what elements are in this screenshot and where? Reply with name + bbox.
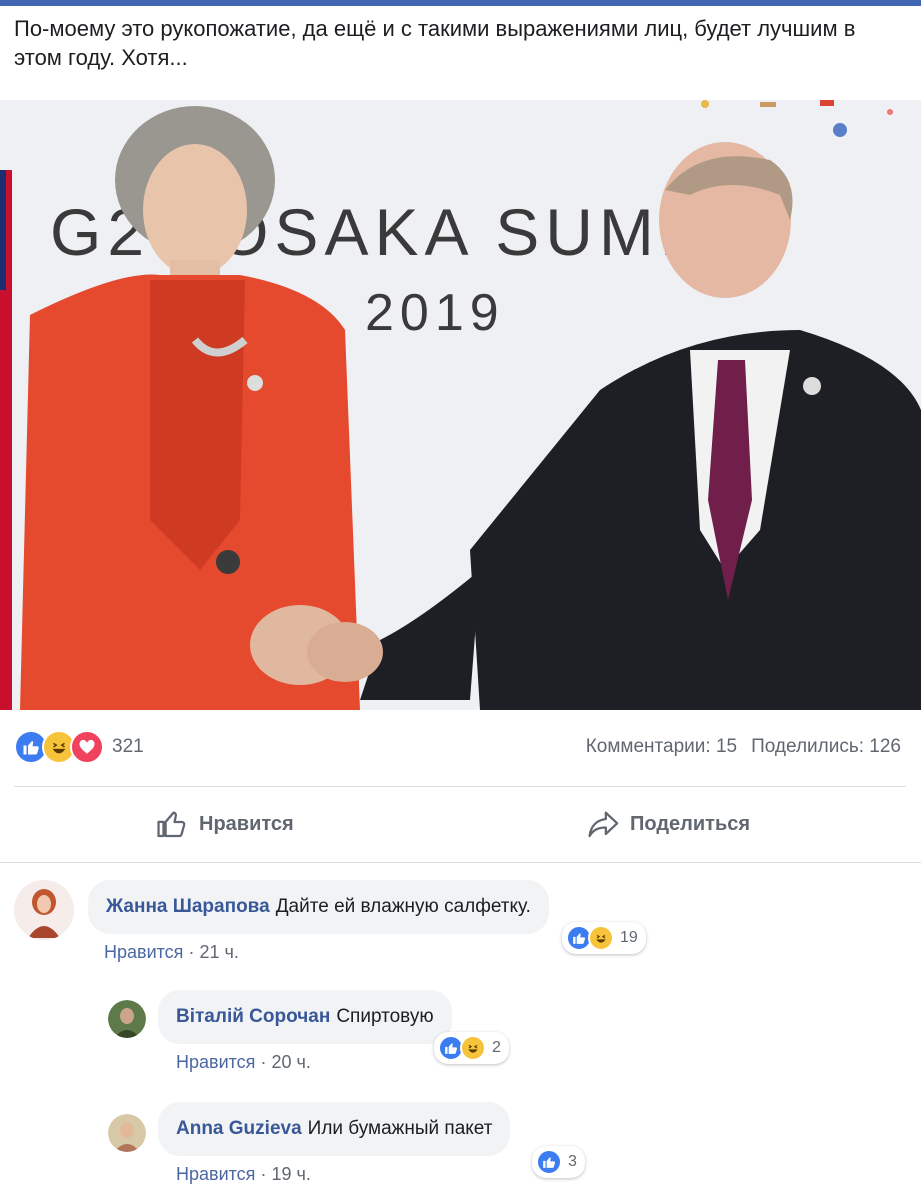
- photo-illustration: G20 OSAKA SUMMIT 2019: [0, 100, 921, 710]
- avatar[interactable]: [108, 1000, 146, 1038]
- share-button-label: Поделиться: [630, 812, 751, 835]
- comment-author-link[interactable]: Віталій Сорочан: [176, 1006, 330, 1028]
- comment-like-link[interactable]: Нравится: [176, 1164, 255, 1184]
- comment-reaction-count: 2: [492, 1039, 501, 1056]
- shares-count-link[interactable]: Поделились: 126: [751, 736, 901, 758]
- share-arrow-icon: [588, 811, 619, 838]
- comment-text: Или бумажный пакет: [307, 1118, 493, 1139]
- comment-author-link[interactable]: Жанна Шарапова: [106, 896, 270, 918]
- comment-reactions[interactable]: 2: [434, 1032, 509, 1064]
- confetti: [833, 123, 847, 137]
- top-bar: [0, 0, 921, 6]
- reaction-summary[interactable]: 321: [14, 730, 144, 764]
- confetti: [820, 100, 834, 106]
- comment-time[interactable]: 20 ч.: [271, 1052, 310, 1072]
- share-button[interactable]: Поделиться: [586, 798, 750, 850]
- comment-reaction-count: 19: [620, 929, 638, 946]
- comment-reactions[interactable]: 3: [532, 1146, 585, 1178]
- confetti: [760, 102, 776, 107]
- haha-icon: [460, 1035, 486, 1061]
- comment-time[interactable]: 19 ч.: [271, 1164, 310, 1184]
- divider: [14, 786, 906, 787]
- comment-meta: Нравится · 20 ч.: [176, 1052, 311, 1072]
- like-icon: [536, 1149, 562, 1175]
- like-button[interactable]: Нравится: [155, 798, 294, 850]
- comment-bubble: Віталій Сорочан Спиртовую: [158, 990, 452, 1044]
- thumbs-up-outline-icon: [157, 811, 186, 838]
- comment-author-link[interactable]: Anna Guzieva: [176, 1118, 302, 1140]
- avatar[interactable]: [108, 1114, 146, 1152]
- comment-like-link[interactable]: Нравится: [176, 1052, 255, 1072]
- banner-line2: 2019: [365, 284, 505, 342]
- post-photo[interactable]: G20 OSAKA SUMMIT 2019: [0, 100, 921, 710]
- flag-edge: [0, 170, 6, 290]
- comment-text: Дайте ей влажную салфетку.: [275, 896, 531, 917]
- comment-bubble: Anna Guzieva Или бумажный пакет: [158, 1102, 511, 1156]
- comment-reaction-count: 3: [568, 1153, 577, 1170]
- haha-icon: [588, 925, 614, 951]
- comment: Жанна Шарапова Дайте ей влажную салфетку…: [0, 870, 921, 980]
- post-actions: Нравится Поделиться: [0, 798, 921, 850]
- love-icon: [70, 730, 104, 764]
- comment-reply: Anna Guzieva Или бумажный пакет 3 Нравит…: [0, 1092, 921, 1200]
- comment-meta: Нравится · 21 ч.: [104, 942, 239, 962]
- comment-time[interactable]: 21 ч.: [199, 942, 238, 962]
- comments-count-link[interactable]: Комментарии: 15: [586, 736, 737, 758]
- post-stats: 321 Комментарии: 15 Поделились: 126: [0, 726, 921, 768]
- confetti: [887, 109, 893, 115]
- post-text: По-моему это рукопожатие, да ещё и с так…: [14, 16, 856, 70]
- avatar[interactable]: [14, 880, 74, 940]
- divider: [0, 862, 921, 863]
- like-button-label: Нравится: [199, 812, 294, 835]
- comment-bubble: Жанна Шарапова Дайте ей влажную салфетку…: [88, 880, 549, 934]
- comment-like-link[interactable]: Нравится: [104, 942, 183, 962]
- reaction-count: 321: [112, 736, 144, 757]
- comment-reactions[interactable]: 19: [562, 922, 646, 954]
- confetti: [701, 100, 709, 108]
- comment-reply: Віталій Сорочан Спиртовую 2 Нравится · 2…: [0, 980, 921, 1090]
- comment-meta: Нравится · 19 ч.: [176, 1164, 311, 1184]
- comment-text: Спиртовую: [336, 1006, 434, 1027]
